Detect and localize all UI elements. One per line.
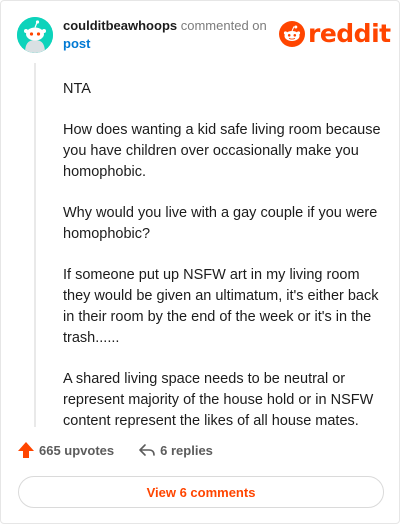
snoo-avatar-icon bbox=[17, 17, 53, 53]
comment-paragraph: Why would you live with a gay couple if … bbox=[63, 205, 378, 242]
upvote-count: 665 upvotes bbox=[39, 442, 115, 458]
reddit-logo[interactable]: reddit bbox=[279, 19, 391, 49]
comment-paragraph: A shared living space needs to be neutra… bbox=[63, 371, 374, 429]
comment-paragraph: NTA bbox=[63, 81, 91, 97]
comment-paragraph: If someone put up NSFW art in my living … bbox=[63, 267, 379, 346]
comment-actions: 665 upvotes 6 replies bbox=[17, 441, 213, 459]
username[interactable]: coulditbeawhoops bbox=[63, 18, 177, 33]
comment-card: coulditbeawhoops commented on post reddi… bbox=[0, 0, 400, 524]
reply-count: 6 replies bbox=[160, 442, 213, 458]
action-text: commented on bbox=[180, 18, 267, 33]
replies-button[interactable]: 6 replies bbox=[138, 441, 213, 459]
comment-body: NTA How does wanting a kid safe living r… bbox=[63, 79, 381, 452]
thread-line bbox=[34, 63, 36, 427]
view-comments-button[interactable]: View 6 comments bbox=[18, 476, 384, 508]
post-link[interactable]: post bbox=[63, 35, 273, 53]
upvote-arrow-icon bbox=[18, 442, 34, 458]
comment-meta: coulditbeawhoops commented on post bbox=[63, 17, 273, 53]
comment-paragraph: How does wanting a kid safe living room … bbox=[63, 122, 381, 180]
reddit-wordmark: reddit bbox=[308, 19, 391, 48]
user-avatar[interactable] bbox=[17, 17, 53, 53]
snoo-logo-icon bbox=[279, 21, 305, 47]
reply-arrow-icon bbox=[139, 444, 155, 456]
upvote-button[interactable]: 665 upvotes bbox=[17, 441, 114, 459]
